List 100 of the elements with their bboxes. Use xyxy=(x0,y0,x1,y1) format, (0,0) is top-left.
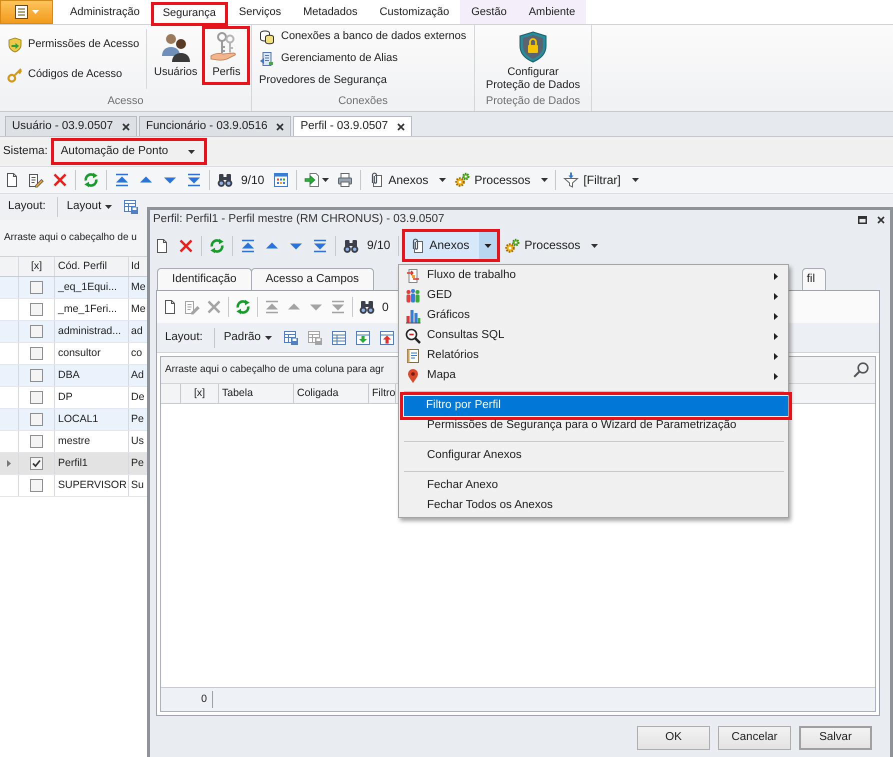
layout-dropdown[interactable]: Padrão xyxy=(220,326,278,348)
last-record-icon[interactable] xyxy=(312,238,328,254)
grid-row[interactable]: SUPERVISOR Su xyxy=(0,475,148,497)
menu-item[interactable]: Filtro por Perfil xyxy=(400,392,792,420)
delete-icon[interactable] xyxy=(178,238,194,254)
binoculars-icon[interactable] xyxy=(343,238,359,254)
grid-save-icon[interactable] xyxy=(282,330,299,346)
column-header[interactable]: Id xyxy=(129,257,148,276)
column-header[interactable]: Filtro xyxy=(369,384,396,403)
document-tab[interactable]: Funcionário - 03.9.0516 xyxy=(139,116,292,136)
tab[interactable]: Acesso a Campos xyxy=(250,268,374,290)
menu-item[interactable]: Fechar Todos os Anexos xyxy=(402,496,785,516)
column-header[interactable]: Cód. Perfil xyxy=(55,257,129,276)
menu-button[interactable]: Processos xyxy=(450,168,552,192)
ribbon-button[interactable]: Códigos de Acesso xyxy=(4,62,146,88)
cancel-button[interactable]: Cancelar xyxy=(718,726,791,750)
ribbon-tab[interactable]: Customização xyxy=(368,0,460,24)
menu-item[interactable]: Fluxo de trabalho xyxy=(402,266,785,286)
refresh-icon[interactable] xyxy=(209,238,225,254)
ribbon-tab[interactable]: Metadados xyxy=(292,0,369,24)
document-arrow-icon[interactable] xyxy=(304,172,320,188)
checkbox[interactable] xyxy=(30,281,43,294)
menu-item[interactable]: GED xyxy=(402,286,785,306)
binoculars-icon[interactable] xyxy=(359,299,375,315)
menu-item[interactable]: Fechar Anexo xyxy=(402,476,785,496)
menu-item[interactable]: Gráficos xyxy=(402,306,785,326)
ribbon-button[interactable]: Perfis xyxy=(202,26,250,85)
close-icon[interactable] xyxy=(276,122,284,130)
delete-icon[interactable] xyxy=(52,172,68,188)
checkbox[interactable] xyxy=(30,369,43,382)
last-record-icon[interactable] xyxy=(186,172,202,188)
first-record-icon[interactable] xyxy=(240,238,256,254)
ribbon-button[interactable]: Permissões de Acesso xyxy=(4,32,146,58)
ribbon-button[interactable]: Provedores de Segurança xyxy=(256,70,470,92)
grid-row[interactable]: _eq_1Equi... Me xyxy=(0,277,148,299)
edit-icon[interactable] xyxy=(28,172,44,188)
column-header[interactable]: Tabela xyxy=(219,384,294,403)
tab[interactable]: fil xyxy=(802,268,826,290)
menu-item[interactable]: Relatórios xyxy=(402,346,785,366)
menu-button[interactable]: Processos xyxy=(500,234,602,258)
document-tab[interactable]: Usuário - 03.9.0507 xyxy=(5,116,138,136)
checkbox[interactable] xyxy=(30,435,43,448)
ribbon-tab[interactable]: Segurança xyxy=(150,2,228,26)
ribbon-button[interactable]: Usuários xyxy=(149,26,202,85)
ribbon-button[interactable]: Conexões a banco de dados externos xyxy=(256,26,470,48)
column-header[interactable]: [x] xyxy=(181,384,219,403)
new-document-icon[interactable] xyxy=(162,299,178,315)
checkbox[interactable] xyxy=(30,325,43,338)
new-document-icon[interactable] xyxy=(4,172,20,188)
grid-save-icon[interactable] xyxy=(123,199,140,215)
table-cell-text: Su xyxy=(130,478,145,494)
grid-icon[interactable] xyxy=(330,330,347,346)
checkbox[interactable] xyxy=(30,457,43,470)
checkbox[interactable] xyxy=(30,413,43,426)
ribbon-button[interactable]: Configurar Proteção de Dados xyxy=(480,26,586,92)
binoculars-icon[interactable] xyxy=(217,172,233,188)
printer-icon[interactable] xyxy=(337,172,354,188)
grid-row[interactable]: mestre Us xyxy=(0,431,148,453)
checkbox[interactable] xyxy=(30,303,43,316)
menu-item[interactable]: Consultas SQL xyxy=(402,326,785,346)
ribbon-tab[interactable]: Administração xyxy=(59,0,151,24)
menu-button[interactable]: Anexos xyxy=(364,168,450,192)
grid-row[interactable]: DBA Ad xyxy=(0,365,148,387)
close-icon[interactable] xyxy=(877,216,885,224)
close-icon[interactable] xyxy=(397,122,406,130)
grid-row[interactable]: LOCAL1 Pe xyxy=(0,409,148,431)
ribbon-tab[interactable]: Serviços xyxy=(228,0,292,24)
grid-row[interactable]: Perfil1 Pe xyxy=(0,453,148,475)
checkbox[interactable] xyxy=(30,479,43,492)
grid-row[interactable]: DP De xyxy=(0,387,148,409)
menu-button[interactable]: [Filtrar] xyxy=(559,168,643,192)
ribbon-tab[interactable]: Gestão xyxy=(460,0,518,24)
caret-icon[interactable] xyxy=(322,178,330,182)
ribbon-button[interactable]: Gerenciamento de Alias xyxy=(256,48,470,70)
save-button[interactable]: Salvar xyxy=(799,726,872,750)
first-record-icon[interactable] xyxy=(114,172,130,188)
system-dropdown[interactable]: Automação de Ponto xyxy=(50,138,207,165)
layout-dropdown[interactable]: Layout xyxy=(62,196,118,218)
checkbox[interactable] xyxy=(30,347,43,360)
grid-row[interactable]: _me_1Feri... Me xyxy=(0,299,148,321)
ok-button[interactable]: OK xyxy=(637,726,710,750)
refresh-icon[interactable] xyxy=(83,172,99,188)
grid-row[interactable]: consultor co xyxy=(0,343,148,365)
grid-row[interactable]: administrad... ad xyxy=(0,321,148,343)
menu-button[interactable]: Anexos xyxy=(402,229,500,262)
column-header[interactable]: Coligada xyxy=(294,384,369,403)
checkbox[interactable] xyxy=(30,391,43,404)
refresh-icon[interactable] xyxy=(235,299,251,315)
menu-item[interactable]: Configurar Anexos xyxy=(402,446,785,466)
restore-icon[interactable] xyxy=(858,216,867,224)
tab[interactable]: Identificação xyxy=(157,268,252,290)
new-document-icon[interactable] xyxy=(154,238,170,254)
app-menu-button[interactable] xyxy=(0,0,53,24)
ribbon-tab[interactable]: Ambiente xyxy=(518,0,586,24)
menu-item[interactable]: Mapa xyxy=(402,366,785,386)
search-icon[interactable] xyxy=(853,362,869,378)
close-icon[interactable] xyxy=(122,122,130,130)
column-header[interactable]: [x] xyxy=(19,257,55,276)
calendar-grid-icon[interactable] xyxy=(273,172,290,188)
document-tab[interactable]: Perfil - 03.9.0507 xyxy=(293,116,412,136)
